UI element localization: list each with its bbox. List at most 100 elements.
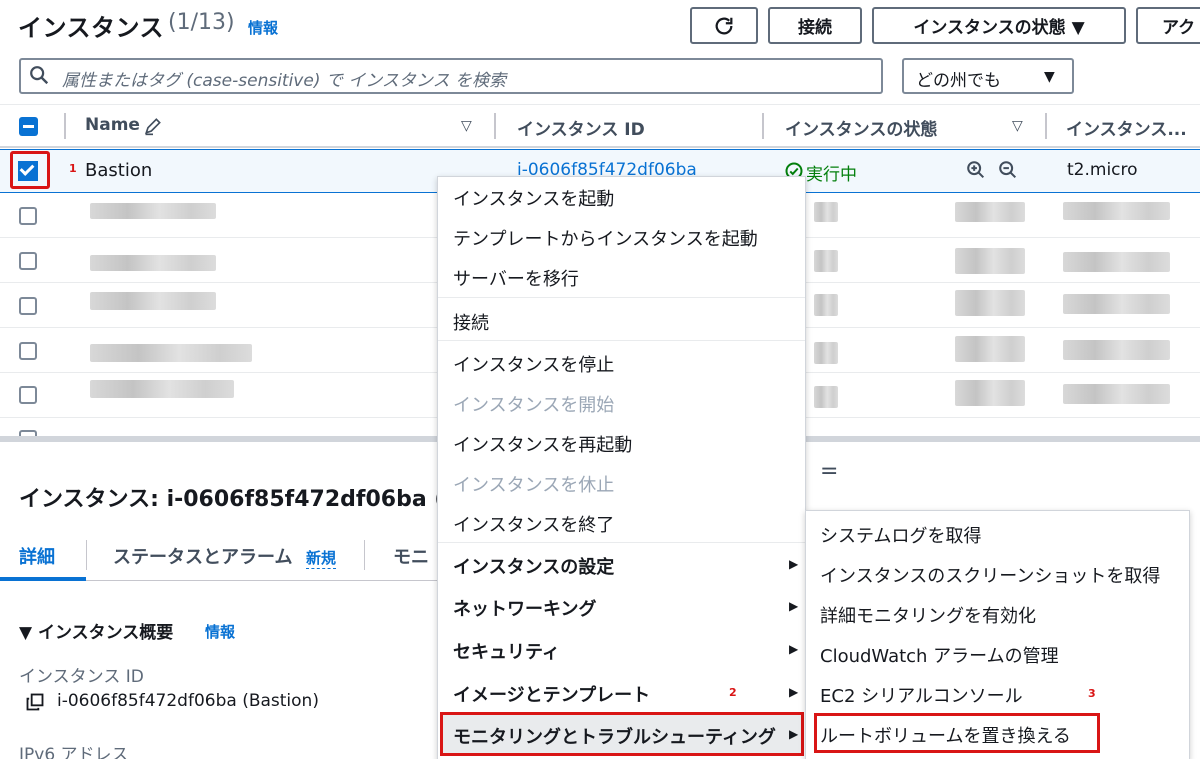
menu-item-connect[interactable]: 接続 <box>453 309 489 335</box>
submenu-item-serial-console[interactable]: EC2 シリアルコンソール <box>820 682 1023 708</box>
redacted-state <box>814 342 838 364</box>
menu-item-instance-settings[interactable]: インスタンスの設定 <box>453 553 614 579</box>
redacted-state <box>814 294 838 316</box>
menu-item-reboot-instance[interactable]: インスタンスを再起動 <box>453 431 632 457</box>
menu-item-stop-instance[interactable]: インスタンスを停止 <box>453 351 614 377</box>
redacted-cell <box>955 248 1025 274</box>
connect-button[interactable]: 接続 <box>768 7 862 44</box>
column-divider <box>494 113 496 139</box>
column-header-type[interactable]: インスタンス... <box>1066 115 1187 140</box>
instance-id-value: i-0606f85f472df06ba (Bastion) <box>57 691 319 711</box>
actions-context-menu <box>437 176 806 759</box>
step-highlight-box <box>10 151 50 189</box>
filter-caret-icon[interactable]: ▽ <box>461 118 472 134</box>
zoom-in-icon[interactable] <box>965 159 987 181</box>
submenu-item-cloudwatch-alarms[interactable]: CloudWatch アラームの管理 <box>820 642 1059 668</box>
submenu-item-screenshot[interactable]: インスタンスのスクリーンショットを取得 <box>820 562 1160 588</box>
submenu-item-system-log[interactable]: システムログを取得 <box>820 522 981 548</box>
redacted-type <box>1063 340 1170 360</box>
redacted-cell <box>955 290 1025 316</box>
refresh-icon <box>715 17 733 34</box>
instance-state-button[interactable]: インスタンスの状態 ▼ <box>872 7 1126 44</box>
search-placeholder: 属性またはタグ (case-sensitive) で インスタンス を検索 <box>62 71 506 91</box>
submenu-item-replace-root-volume[interactable]: ルートボリュームを置き換える <box>820 722 1071 748</box>
instance-state: 実行中 <box>806 165 857 185</box>
step-number-2: 2 <box>729 686 737 699</box>
new-badge: 新規 <box>306 549 337 569</box>
redacted-state <box>814 386 838 408</box>
search-icon <box>30 66 49 85</box>
actions-button[interactable]: アク <box>1136 7 1200 44</box>
column-header-instance-id[interactable]: インスタンス ID <box>517 115 645 140</box>
menu-divider <box>438 340 805 341</box>
tab-monitoring[interactable]: モニ <box>393 543 429 569</box>
menu-item-terminate-instance[interactable]: インスタンスを終了 <box>453 511 614 537</box>
redacted-name <box>90 344 252 362</box>
redacted-cell <box>955 202 1025 222</box>
row-checkbox[interactable] <box>19 297 37 315</box>
redacted-name <box>90 255 216 271</box>
column-divider <box>1045 113 1047 139</box>
menu-item-start-instance: インスタンスを開始 <box>453 395 615 416</box>
submenu-arrow-icon: ▶ <box>789 557 799 571</box>
row-checkbox[interactable] <box>19 252 37 270</box>
column-divider <box>64 113 66 139</box>
summary-section-toggle[interactable]: ▼ インスタンス概要 <box>19 618 173 643</box>
menu-item-hibernate-instance: インスタンスを休止 <box>453 475 615 496</box>
redacted-name <box>90 292 216 310</box>
instance-type: t2.micro <box>1067 160 1138 180</box>
menu-item-launch-from-template[interactable]: テンプレートからインスタンスを起動 <box>453 225 758 251</box>
step-number-1: 1 <box>69 162 77 175</box>
ipv6-label: IPv6 アドレス <box>19 745 129 759</box>
redacted-name <box>90 203 216 219</box>
menu-item-security[interactable]: セキュリティ <box>453 638 560 664</box>
refresh-button[interactable] <box>690 7 758 44</box>
instance-id-label: インスタンス ID <box>19 667 144 687</box>
resize-handle-icon[interactable]: = <box>820 459 838 484</box>
menu-item-migrate-server[interactable]: サーバーを移行 <box>453 265 579 291</box>
menu-item-monitoring-troubleshooting[interactable]: モニタリングとトラブルシューティング <box>453 723 776 749</box>
redacted-state <box>814 202 838 222</box>
detail-title: インスタンス: i-0606f85f472df06ba ( <box>19 487 445 512</box>
tab-divider <box>364 540 365 570</box>
submenu-arrow-icon: ▶ <box>789 642 799 656</box>
menu-item-image-templates[interactable]: イメージとテンプレート <box>453 681 650 707</box>
page-title: インスタンス <box>18 14 165 42</box>
tab-status-alarms[interactable]: ステータスとアラーム <box>113 543 292 569</box>
column-header-state[interactable]: インスタンスの状態 <box>785 115 937 140</box>
zoom-out-icon[interactable] <box>997 159 1019 181</box>
column-header-name[interactable]: Name <box>85 115 140 135</box>
select-all-checkbox[interactable] <box>19 117 38 136</box>
redacted-state <box>814 250 838 272</box>
submenu-arrow-icon: ▶ <box>789 599 799 613</box>
summary-info-link[interactable]: 情報 <box>205 621 235 642</box>
row-checkbox[interactable] <box>19 207 37 225</box>
row-checkbox[interactable] <box>19 342 37 360</box>
edit-icon <box>145 118 161 136</box>
redacted-name <box>90 380 234 398</box>
redacted-type <box>1063 384 1170 404</box>
redacted-cell <box>955 336 1025 362</box>
column-divider <box>762 113 764 139</box>
info-link[interactable]: 情報 <box>248 17 278 38</box>
redacted-cell <box>955 380 1025 406</box>
menu-divider <box>438 297 805 298</box>
caret-down-icon: ▼ <box>1044 69 1055 85</box>
tab-details[interactable]: 詳細 <box>19 543 55 569</box>
instance-name: Bastion <box>85 160 153 181</box>
menu-item-launch-instance[interactable]: インスタンスを起動 <box>453 185 614 211</box>
redacted-type <box>1063 252 1170 272</box>
instance-count: (1/13) <box>168 10 235 35</box>
tab-divider <box>86 540 87 570</box>
row-checkbox[interactable] <box>19 386 37 404</box>
submenu-arrow-icon: ▶ <box>789 685 799 699</box>
menu-divider <box>438 542 805 543</box>
active-tab-indicator <box>0 577 86 581</box>
copy-icon[interactable] <box>25 692 45 712</box>
redacted-type <box>1063 294 1170 314</box>
menu-item-networking[interactable]: ネットワーキング <box>453 595 596 621</box>
submenu-arrow-icon: ▶ <box>789 727 799 741</box>
submenu-item-detailed-monitoring[interactable]: 詳細モニタリングを有効化 <box>820 602 1036 628</box>
redacted-type <box>1063 202 1170 220</box>
filter-caret-icon[interactable]: ▽ <box>1012 118 1023 134</box>
